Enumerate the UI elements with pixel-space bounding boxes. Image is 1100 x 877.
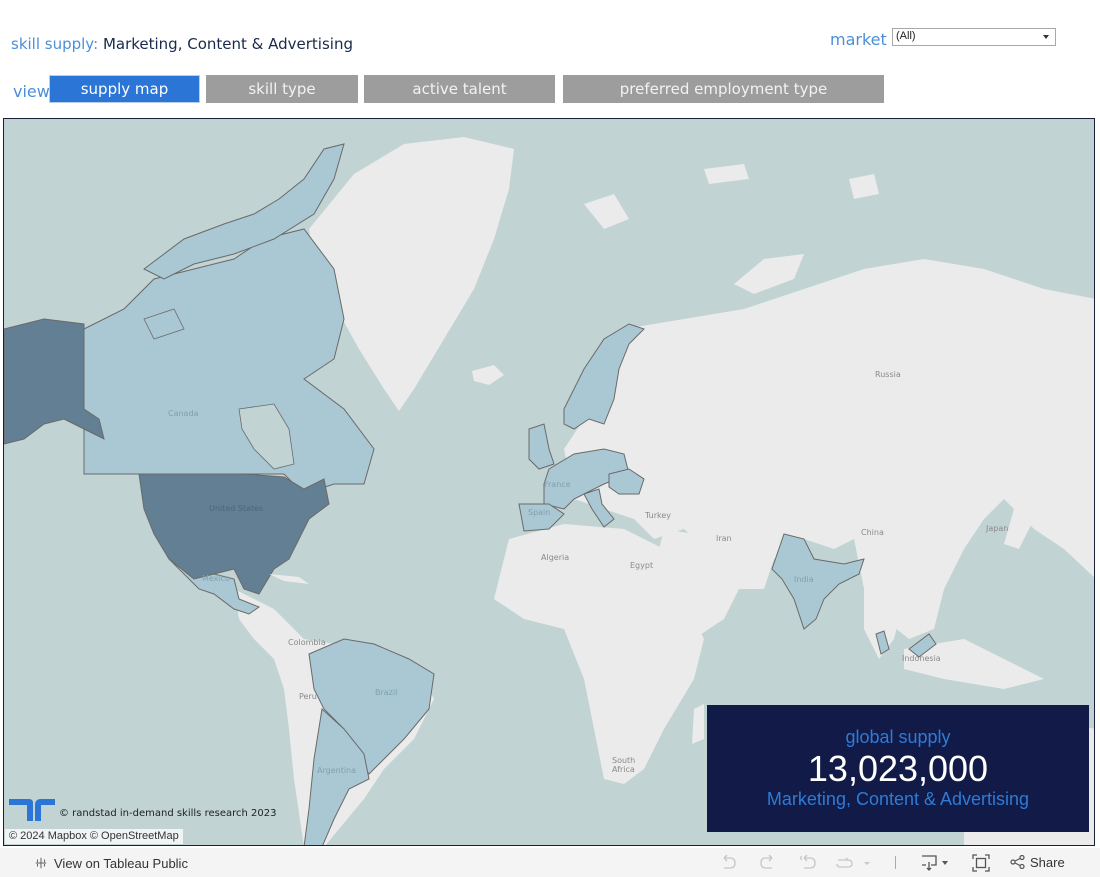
map-label-indonesia: Indonesia xyxy=(902,654,941,663)
map-label-japan: Japan xyxy=(986,524,1009,533)
download-icon[interactable] xyxy=(920,854,952,872)
country-united-states xyxy=(138,473,330,595)
map-label-mexico: Mexico xyxy=(202,574,230,583)
tab-supply-map[interactable]: supply map xyxy=(49,75,200,103)
global-supply-skill: Marketing, Content & Advertising xyxy=(766,789,1030,809)
page-title: skill supply: Marketing, Content & Adver… xyxy=(11,35,353,53)
map-label-argentina: Argentina xyxy=(317,766,357,775)
tableau-logo-icon xyxy=(35,857,47,869)
map-label-south-africa: South Africa xyxy=(612,756,636,774)
map-label-france: France xyxy=(544,480,571,489)
map-label-brazil: Brazil xyxy=(375,688,398,697)
view-on-tableau-public-link[interactable]: View on Tableau Public xyxy=(33,856,188,871)
global-supply-value: 13,023,000 xyxy=(807,748,989,789)
toolbar-separator xyxy=(895,856,896,869)
map-label-india: India xyxy=(794,575,814,584)
market-selected-value: (All) xyxy=(896,30,916,42)
supply-map[interactable]: Canada United States Mexico Colombia Per… xyxy=(3,118,1095,846)
view-on-tableau-public-label: View on Tableau Public xyxy=(54,856,188,871)
fullscreen-icon[interactable] xyxy=(972,854,990,872)
title-value: Marketing, Content & Advertising xyxy=(102,35,353,53)
tab-preferred-employment-type[interactable]: preferred employment type xyxy=(563,75,884,103)
undo-icon[interactable] xyxy=(718,854,738,872)
map-label-united-states: United States xyxy=(209,504,264,513)
refresh-icon[interactable] xyxy=(834,854,874,872)
copyright-text: © randstad in-demand skills research 202… xyxy=(59,808,277,819)
map-label-iran: Iran xyxy=(716,534,732,543)
country-india xyxy=(771,533,865,630)
tab-active-talent[interactable]: active talent xyxy=(364,75,555,103)
tab-skill-type[interactable]: skill type xyxy=(206,75,358,103)
map-label-china: China xyxy=(861,528,884,537)
map-label-russia: Russia xyxy=(875,370,901,379)
market-label: market xyxy=(830,30,887,49)
redo-icon[interactable] xyxy=(758,854,778,872)
tableau-toolbar: View on Tableau Public Share xyxy=(0,848,1100,877)
country-uk xyxy=(528,423,555,470)
share-icon xyxy=(1010,854,1025,870)
global-supply-card: global supply 13,023,000 Marketing, Cont… xyxy=(707,705,1089,832)
map-label-egypt: Egypt xyxy=(630,561,654,570)
map-label-colombia: Colombia xyxy=(288,638,326,647)
revert-icon[interactable] xyxy=(798,854,818,872)
global-supply-label: global supply xyxy=(845,727,951,747)
map-label-turkey: Turkey xyxy=(645,511,672,520)
share-button[interactable]: Share xyxy=(1010,854,1065,870)
map-label-spain: Spain xyxy=(528,508,551,517)
view-label: view xyxy=(13,82,50,101)
title-label: skill supply: xyxy=(11,35,99,53)
land-iceland xyxy=(472,365,504,385)
map-label-algeria: Algeria xyxy=(541,553,570,562)
chevron-down-icon xyxy=(1043,35,1049,39)
map-attribution[interactable]: © 2024 Mapbox © OpenStreetMap xyxy=(5,829,183,844)
share-label: Share xyxy=(1030,855,1065,870)
map-label-canada: Canada xyxy=(168,409,199,418)
market-dropdown[interactable]: (All) xyxy=(892,28,1056,46)
country-canada xyxy=(83,228,375,495)
map-label-peru: Peru xyxy=(299,692,317,701)
land-japan xyxy=(1004,499,1034,549)
